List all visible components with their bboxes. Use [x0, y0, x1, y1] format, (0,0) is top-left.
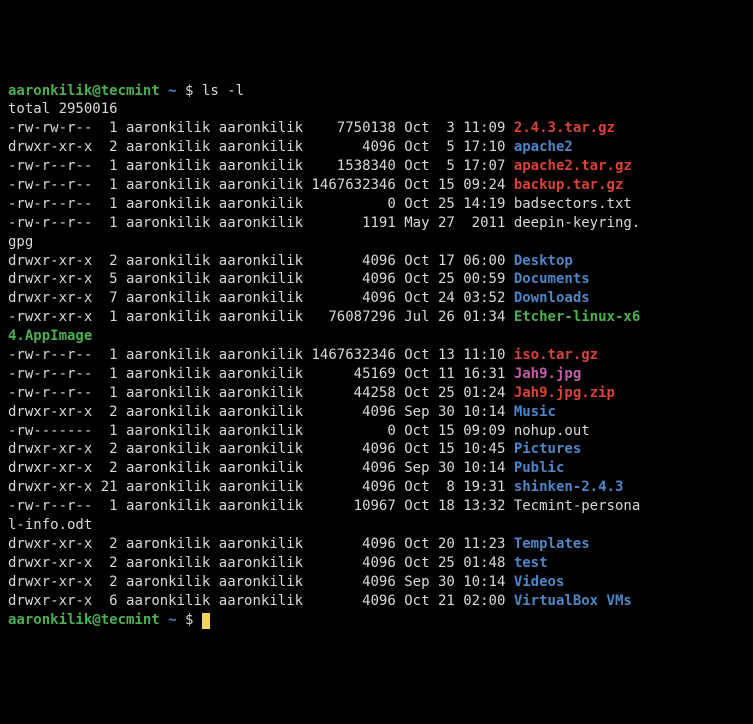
- file-name: Templates: [514, 536, 590, 552]
- prompt-path: ~: [168, 612, 176, 628]
- terminal[interactable]: aaronkilik@tecmint ~ $ ls -l total 29500…: [8, 82, 745, 630]
- file-name: shinken-2.4.3: [514, 479, 624, 495]
- prompt: aaronkilik@tecmint ~ $: [8, 83, 202, 99]
- file-name: 2.4.3.tar.gz: [514, 120, 615, 136]
- listing-row: -rw-r--r-- 1 aaronkilik aaronkilik 1191 …: [8, 215, 640, 231]
- file-name: Public: [514, 460, 565, 476]
- file-name: Downloads: [514, 290, 590, 306]
- file-name: badsectors.txt: [514, 196, 632, 212]
- file-name: Music: [514, 404, 556, 420]
- file-name: nohup.out: [514, 423, 590, 439]
- prompt-symbol: $: [185, 612, 193, 628]
- listing-row: -rw-r--r-- 1 aaronkilik aaronkilik 14676…: [8, 177, 623, 193]
- listing-row: -rw-r--r-- 1 aaronkilik aaronkilik 15383…: [8, 158, 632, 174]
- file-name: apache2.tar.gz: [514, 158, 632, 174]
- command-input[interactable]: ls -l: [202, 83, 244, 99]
- file-name: Jah9.jpg: [514, 366, 581, 382]
- prompt-user-host: aaronkilik@tecmint: [8, 83, 160, 99]
- listing-row: -rw-r--r-- 1 aaronkilik aaronkilik 10967…: [8, 498, 640, 514]
- listing-row: drwxr-xr-x 2 aaronkilik aaronkilik 4096 …: [8, 536, 590, 552]
- listing-row: -rw------- 1 aaronkilik aaronkilik 0 Oct…: [8, 423, 590, 439]
- file-name: Tecmint-persona: [514, 498, 640, 514]
- file-name: backup.tar.gz: [514, 177, 624, 193]
- listing-row: drwxr-xr-x 2 aaronkilik aaronkilik 4096 …: [8, 555, 548, 571]
- prompt-symbol: $: [185, 83, 193, 99]
- listing-row: -rw-r--r-- 1 aaronkilik aaronkilik 14676…: [8, 347, 598, 363]
- file-name-wrap: gpg: [8, 234, 33, 250]
- listing-row: drwxr-xr-x 2 aaronkilik aaronkilik 4096 …: [8, 574, 564, 590]
- file-name: test: [514, 555, 548, 571]
- listing-row: -rw-r--r-- 1 aaronkilik aaronkilik 44258…: [8, 385, 615, 401]
- file-name: iso.tar.gz: [514, 347, 598, 363]
- file-name: Pictures: [514, 441, 581, 457]
- listing-row: drwxr-xr-x 6 aaronkilik aaronkilik 4096 …: [8, 593, 632, 609]
- listing-row: drwxr-xr-x 2 aaronkilik aaronkilik 4096 …: [8, 139, 573, 155]
- listing-row: drwxr-xr-x 7 aaronkilik aaronkilik 4096 …: [8, 290, 590, 306]
- file-name-wrap: 4.AppImage: [8, 328, 92, 344]
- listing-row: -rw-r--r-- 1 aaronkilik aaronkilik 0 Oct…: [8, 196, 632, 212]
- file-name: VirtualBox VMs: [514, 593, 632, 609]
- listing-row: drwxr-xr-x 2 aaronkilik aaronkilik 4096 …: [8, 441, 581, 457]
- listing-row: -rw-r--r-- 1 aaronkilik aaronkilik 45169…: [8, 366, 581, 382]
- file-name-wrap: l-info.odt: [8, 517, 92, 533]
- total-line: total 2950016: [8, 101, 118, 117]
- prompt-path: ~: [168, 83, 176, 99]
- listing-row: drwxr-xr-x 5 aaronkilik aaronkilik 4096 …: [8, 271, 590, 287]
- listing-row: drwxr-xr-x 21 aaronkilik aaronkilik 4096…: [8, 479, 623, 495]
- prompt-user-host: aaronkilik@tecmint: [8, 612, 160, 628]
- listing-row: drwxr-xr-x 2 aaronkilik aaronkilik 4096 …: [8, 253, 573, 269]
- file-name: Videos: [514, 574, 565, 590]
- listing-row: drwxr-xr-x 2 aaronkilik aaronkilik 4096 …: [8, 404, 556, 420]
- cursor[interactable]: [202, 613, 210, 628]
- file-name: Desktop: [514, 253, 573, 269]
- file-listing: -rw-rw-r-- 1 aaronkilik aaronkilik 77501…: [8, 120, 640, 608]
- file-name: Etcher-linux-x6: [514, 309, 640, 325]
- listing-row: -rw-rw-r-- 1 aaronkilik aaronkilik 77501…: [8, 120, 615, 136]
- file-name: Jah9.jpg.zip: [514, 385, 615, 401]
- listing-row: -rwxr-xr-x 1 aaronkilik aaronkilik 76087…: [8, 309, 640, 325]
- listing-row: drwxr-xr-x 2 aaronkilik aaronkilik 4096 …: [8, 460, 564, 476]
- file-name: deepin-keyring.: [514, 215, 640, 231]
- file-name: Documents: [514, 271, 590, 287]
- file-name: apache2: [514, 139, 573, 155]
- prompt: aaronkilik@tecmint ~ $: [8, 612, 202, 628]
